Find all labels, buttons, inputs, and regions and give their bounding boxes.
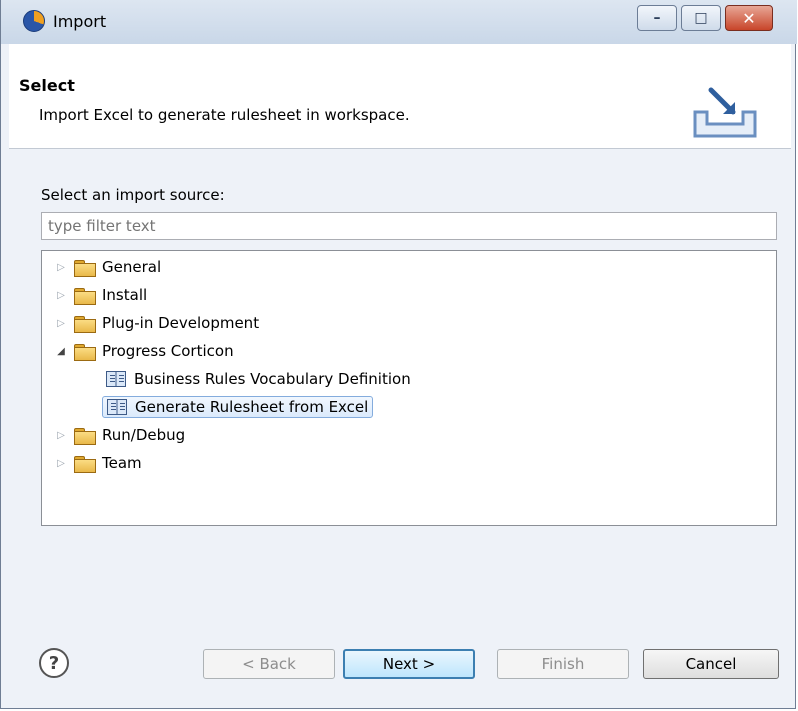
tree-item-label: Generate Rulesheet from Excel: [135, 398, 369, 416]
tree-item-team[interactable]: ▷ Team: [54, 451, 142, 475]
tree-item-label: Business Rules Vocabulary Definition: [134, 370, 411, 388]
folder-icon: [74, 455, 96, 473]
tree-item-label: General: [102, 258, 162, 276]
selected-item-highlight[interactable]: Generate Rulesheet from Excel: [102, 396, 374, 418]
folder-icon: [74, 343, 96, 361]
filter-input[interactable]: [41, 212, 777, 240]
import-source-tree[interactable]: ▷ General ▷ Install ▷ Plug-in Developmen…: [41, 250, 777, 526]
tree-expanded-icon[interactable]: ◢: [54, 344, 68, 358]
tree-collapsed-icon[interactable]: ▷: [54, 288, 68, 302]
import-dialog: Import – □ ✕ Select Import Excel to gene…: [0, 0, 797, 709]
folder-icon: [74, 427, 96, 445]
folder-icon: [74, 259, 96, 277]
wizard-header: Select Import Excel to generate ruleshee…: [9, 44, 791, 149]
folder-icon: [74, 287, 96, 305]
window-title: Import: [53, 12, 107, 31]
book-icon: [106, 371, 126, 387]
close-button[interactable]: ✕: [725, 5, 773, 31]
wizard-body: Select an import source: ▷ General ▷ Ins…: [9, 150, 791, 634]
minimize-button[interactable]: –: [637, 5, 677, 31]
close-icon: ✕: [742, 8, 756, 28]
finish-button[interactable]: Finish: [497, 649, 629, 679]
book-icon: [107, 399, 127, 415]
tree-item-label: Install: [102, 286, 148, 304]
tree-item-install[interactable]: ▷ Install: [54, 283, 147, 307]
help-icon[interactable]: ?: [39, 648, 69, 678]
maximize-icon: □: [694, 10, 708, 26]
tree-item-plugin-development[interactable]: ▷ Plug-in Development: [54, 311, 259, 335]
eclipse-icon: [23, 10, 45, 32]
tree-collapsed-icon[interactable]: ▷: [54, 456, 68, 470]
tree-item-business-rules-vocabulary[interactable]: Business Rules Vocabulary Definition: [106, 367, 411, 391]
import-source-label: Select an import source:: [41, 186, 225, 204]
folder-icon: [74, 315, 96, 333]
tree-item-generate-rulesheet[interactable]: Generate Rulesheet from Excel: [102, 395, 374, 419]
tree-item-run-debug[interactable]: ▷ Run/Debug: [54, 423, 185, 447]
page-title: Select: [19, 76, 75, 95]
tree-item-label: Team: [102, 454, 142, 472]
minimize-icon: –: [653, 10, 661, 26]
tree-item-label: Plug-in Development: [102, 314, 260, 332]
back-button[interactable]: < Back: [203, 649, 335, 679]
tree-item-label: Progress Corticon: [102, 342, 234, 360]
page-description: Import Excel to generate rulesheet in wo…: [39, 106, 410, 124]
tree-collapsed-icon[interactable]: ▷: [54, 316, 68, 330]
maximize-button[interactable]: □: [681, 5, 721, 31]
tree-collapsed-icon[interactable]: ▷: [54, 260, 68, 274]
tree-collapsed-icon[interactable]: ▷: [54, 428, 68, 442]
cancel-button[interactable]: Cancel: [643, 649, 779, 679]
tree-item-progress-corticon[interactable]: ◢ Progress Corticon: [54, 339, 234, 363]
next-button[interactable]: Next >: [343, 649, 475, 679]
title-bar: Import – □ ✕: [1, 0, 797, 44]
tree-item-general[interactable]: ▷ General: [54, 255, 161, 279]
import-wizard-banner-icon: [693, 87, 757, 138]
tree-item-label: Run/Debug: [102, 426, 186, 444]
